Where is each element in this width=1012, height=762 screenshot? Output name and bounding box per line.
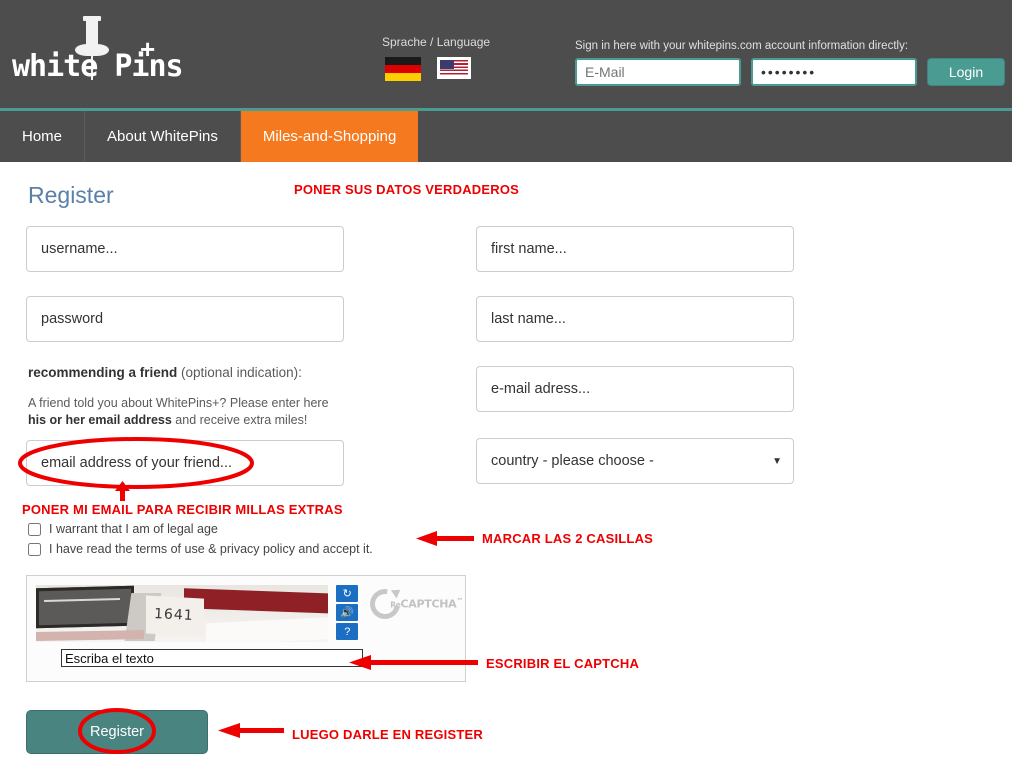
logo-plus-icon: + — [140, 34, 156, 64]
password-input[interactable] — [26, 296, 344, 342]
legal-age-checkbox[interactable] — [28, 522, 41, 536]
signin-block: Sign in here with your whitepins.com acc… — [575, 40, 1005, 86]
recaptcha-logo: ReCAPTCHA™ — [364, 583, 463, 625]
captcha-controls: ↻ 🔊 ? — [336, 585, 359, 640]
recommend-friend-heading-bold: recommending a friend — [28, 365, 178, 380]
friend-desc-bold: his or her email address — [28, 413, 172, 427]
nav-item-miles-and-shopping[interactable]: Miles-and-Shopping — [240, 111, 419, 162]
recaptcha-widget: 1641 ↻ 🔊 ? ReCAPTCHA™ — [26, 575, 466, 682]
nav-item-home[interactable]: Home — [0, 111, 86, 162]
captcha-challenge-image: 1641 — [36, 585, 329, 642]
login-email-input[interactable] — [575, 58, 741, 86]
legal-age-label[interactable]: I warrant that I am of legal age — [49, 522, 218, 536]
recommend-friend-heading-rest: (optional indication): — [177, 365, 302, 380]
us-flag-icon[interactable] — [437, 57, 471, 79]
login-password-input[interactable] — [751, 58, 917, 86]
nav-item-about-whitepins[interactable]: About WhitePins — [85, 111, 241, 162]
friend-desc-part2: and receive extra miles! — [171, 413, 308, 427]
email-address-input[interactable] — [476, 366, 794, 412]
site-header: white Pins + Sprache / Language Sign in … — [0, 0, 1012, 108]
recaptcha-brand-re: Re — [390, 600, 401, 610]
friend-desc-part1: A friend told you about WhitePins+? Plea… — [28, 396, 329, 410]
page-title: Register — [28, 182, 114, 208]
username-input[interactable] — [26, 226, 344, 272]
terms-checkbox-row[interactable]: I have read the terms of use & privacy p… — [28, 542, 373, 556]
audio-icon[interactable]: 🔊 — [336, 604, 359, 621]
signin-label: Sign in here with your whitepins.com acc… — [575, 40, 909, 52]
help-icon[interactable]: ? — [336, 623, 359, 640]
captcha-image-number: 1641 — [153, 605, 195, 625]
country-select[interactable]: country - please choose - — [476, 438, 794, 484]
recommend-friend-description: A friend told you about WhitePins+? Plea… — [28, 395, 338, 429]
logo-text: white Pins — [12, 49, 184, 84]
last-name-input[interactable] — [476, 296, 794, 342]
login-button[interactable]: Login — [927, 58, 1005, 86]
first-name-input[interactable] — [476, 226, 794, 272]
register-page-content: Register recommending a friend (optional… — [0, 162, 1012, 762]
legal-age-checkbox-row[interactable]: I warrant that I am of legal age — [28, 522, 218, 536]
recaptcha-trademark: ™ — [456, 597, 464, 605]
register-button[interactable]: Register — [26, 710, 208, 754]
recommend-friend-heading: recommending a friend (optional indicati… — [28, 365, 302, 380]
language-label: Sprache / Language — [382, 35, 491, 49]
captcha-text-input[interactable] — [61, 649, 363, 667]
refresh-icon[interactable]: ↻ — [336, 585, 359, 602]
language-switcher: Sprache / Language — [382, 35, 491, 81]
main-navigation: Home About WhitePins Miles-and-Shopping — [0, 111, 1012, 162]
country-select-wrapper[interactable]: country - please choose - ▼ — [476, 438, 794, 484]
terms-checkbox[interactable] — [28, 542, 41, 556]
recaptcha-brand-name: CAPTCHA — [400, 597, 457, 611]
german-flag-icon[interactable] — [385, 57, 421, 81]
site-logo[interactable]: white Pins + — [12, 14, 184, 92]
terms-label[interactable]: I have read the terms of use & privacy p… — [49, 542, 373, 556]
friend-email-input[interactable] — [26, 440, 344, 486]
